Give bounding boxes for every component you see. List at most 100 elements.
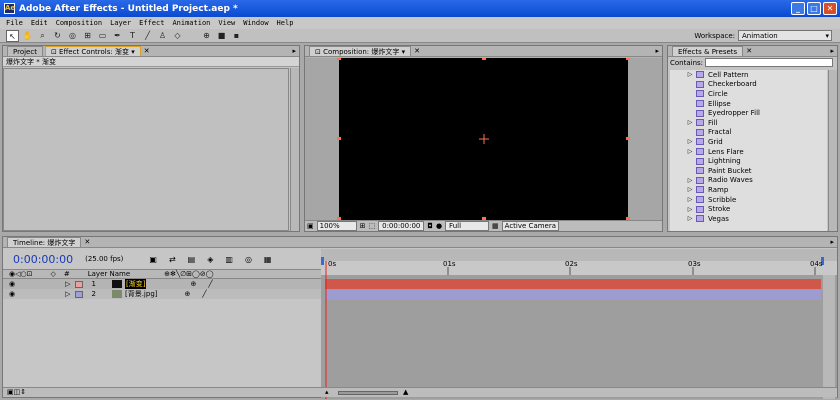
list-item[interactable]: Fractal — [670, 128, 827, 138]
vertical-scrollbar[interactable] — [828, 70, 837, 231]
clone-stamp-tool-icon[interactable]: ♙ — [156, 30, 169, 42]
panel-menu-icon[interactable]: ▸ — [830, 238, 834, 246]
expand-layer-switches-icon[interactable]: ▣◫⇕ — [7, 388, 26, 396]
motion-blur-icon[interactable]: ◎ — [245, 255, 252, 264]
camera-snapshot-icon[interactable]: ◘ — [427, 222, 433, 230]
list-item[interactable]: Paint Bucket — [670, 166, 827, 176]
comp-mini-flowchart-icon[interactable]: ▣ — [149, 255, 157, 264]
list-item[interactable]: ▷ Grid — [670, 137, 827, 147]
always-preview-icon[interactable]: ▣ — [307, 222, 314, 230]
close-button[interactable]: ✕ — [823, 2, 837, 15]
list-item[interactable]: ▷ Fill — [670, 118, 827, 128]
rectangle-mask-tool-icon[interactable]: ▭ — [96, 30, 109, 42]
graph-editor-icon[interactable]: ▦ — [264, 255, 272, 264]
transparency-grid-icon[interactable]: ▦ — [492, 222, 499, 230]
work-area-bar[interactable] — [321, 249, 837, 261]
draft-3d-icon[interactable]: ▤ — [188, 255, 196, 264]
timeline-graph-area[interactable]: 0s 01s 02s 03s 04s — [321, 249, 837, 399]
collapse-switch-icon[interactable]: ⊕ — [185, 290, 191, 298]
close-tab-icon[interactable]: ✕ — [414, 46, 420, 56]
work-area-start-handle[interactable] — [321, 257, 324, 265]
zoom-out-icon[interactable]: ▴ — [325, 388, 329, 397]
close-tab-icon[interactable]: ✕ — [746, 46, 752, 56]
menu-file[interactable]: File — [6, 19, 23, 27]
region-icon[interactable]: ⬚ — [369, 222, 376, 230]
list-item[interactable]: ▷ Stroke — [670, 204, 827, 214]
close-tab-icon[interactable]: ✕ — [144, 46, 150, 56]
expand-arrow-icon[interactable]: ▷ — [686, 206, 694, 213]
dropdown-arrow-icon[interactable]: ▾ — [131, 48, 135, 56]
vertical-scrollbar[interactable] — [290, 68, 299, 231]
hand-tool-icon[interactable]: ✋ — [21, 30, 34, 42]
hide-shy-layers-icon[interactable]: ◈ — [207, 255, 213, 264]
list-item[interactable]: Checkerboard — [670, 80, 827, 90]
layer-2-duration-bar[interactable] — [325, 290, 821, 300]
menu-layer[interactable]: Layer — [110, 19, 131, 27]
list-item[interactable]: ▷ Radio Waves — [670, 176, 827, 186]
color-channel-icon[interactable]: ● — [436, 222, 442, 230]
label-color-swatch[interactable] — [74, 280, 83, 288]
selection-tool-icon[interactable]: ↖ — [6, 29, 19, 42]
grid-icon[interactable]: ⊞ — [360, 222, 366, 230]
list-item[interactable]: Eyedropper Fill — [670, 108, 827, 118]
composition-viewer[interactable] — [305, 58, 662, 224]
maximize-button[interactable]: □ — [807, 2, 821, 15]
dropdown-arrow-icon[interactable]: ▾ — [402, 48, 406, 56]
minimize-button[interactable]: _ — [791, 2, 805, 15]
eraser-tool-icon[interactable]: ◇ — [171, 30, 184, 42]
visibility-eye-icon[interactable]: ◉ — [9, 280, 15, 288]
quality-switch-icon[interactable]: ╱ — [208, 280, 212, 288]
timeline-timecode[interactable]: 0:00:00:00 — [13, 253, 73, 266]
live-update-icon[interactable]: ⇄ — [169, 255, 176, 264]
workspace-dropdown[interactable]: Animation — [738, 30, 832, 41]
collapse-switch-icon[interactable]: ⊕ — [190, 280, 196, 288]
expand-arrow-icon[interactable]: ▷ — [686, 177, 694, 184]
brush-tool-icon[interactable]: ╱ — [141, 30, 154, 42]
list-item[interactable]: ▷ Cell Pattern — [670, 70, 827, 80]
menu-edit[interactable]: Edit — [31, 19, 48, 27]
close-tab-icon[interactable]: ✕ — [84, 237, 90, 247]
layer-1-duration-bar[interactable] — [325, 279, 821, 289]
zoom-in-icon[interactable]: ▲ — [403, 388, 408, 397]
expand-arrow-icon[interactable]: ▷ — [686, 196, 694, 203]
menu-composition[interactable]: Composition — [56, 19, 102, 27]
list-item[interactable]: ▷ Lens Flare — [670, 147, 827, 157]
expand-arrow-icon[interactable]: ▷ — [65, 290, 70, 298]
list-item[interactable]: Circle — [670, 89, 827, 99]
list-item[interactable]: Lightning — [670, 156, 827, 166]
pen-tool-icon[interactable]: ✒ — [111, 30, 124, 42]
list-item[interactable]: ▷ Vegas — [670, 214, 827, 224]
tab-timeline[interactable]: Timeline: 爆炸文字 — [7, 237, 82, 247]
expand-arrow-icon[interactable]: ▷ — [686, 138, 694, 145]
list-item[interactable]: Ellipse — [670, 99, 827, 109]
tab-effect-controls[interactable]: ⊡ Effect Controls: 渐变 ▾ — [44, 46, 141, 56]
expand-arrow-icon[interactable]: ▷ — [65, 280, 70, 288]
tab-project[interactable]: Project — [7, 46, 43, 56]
local-axis-mode-icon[interactable]: ⊕ — [200, 30, 213, 42]
column-layer-name[interactable]: Layer Name — [88, 270, 130, 278]
expand-arrow-icon[interactable]: ▷ — [686, 186, 694, 193]
menu-animation[interactable]: Animation — [172, 19, 210, 27]
list-item[interactable]: ▷ Scribble — [670, 195, 827, 205]
time-ruler[interactable] — [321, 261, 837, 275]
zoom-dropdown[interactable]: 100% — [316, 221, 357, 231]
camera-dropdown[interactable]: Active Camera — [501, 221, 560, 231]
tab-composition[interactable]: ⊡ Composition: 爆炸文字 ▾ — [309, 46, 412, 56]
layer-name[interactable]: [背景.jpg] — [125, 289, 158, 299]
quality-switch-icon[interactable]: ╱ — [202, 290, 206, 298]
layer-name[interactable]: [渐变] — [124, 279, 147, 289]
frame-blending-icon[interactable]: ▥ — [225, 255, 233, 264]
menu-window[interactable]: Window — [243, 19, 268, 27]
visibility-eye-icon[interactable]: ◉ — [9, 290, 15, 298]
comp-timecode[interactable]: 0:00:00:00 — [378, 221, 425, 231]
world-axis-mode-icon[interactable]: ■ — [215, 30, 228, 42]
menu-effect[interactable]: Effect — [139, 19, 164, 27]
pan-behind-tool-icon[interactable]: ⊞ — [81, 30, 94, 42]
menu-view[interactable]: View — [218, 19, 235, 27]
tab-effects-presets[interactable]: Effects & Presets — [672, 46, 744, 56]
type-tool-icon[interactable]: T — [126, 30, 139, 42]
timeline-zoom-slider[interactable] — [338, 391, 398, 395]
vertical-scrollbar[interactable] — [823, 275, 835, 399]
expand-arrow-icon[interactable]: ▷ — [686, 215, 694, 222]
expand-arrow-icon[interactable]: ▷ — [686, 119, 694, 126]
